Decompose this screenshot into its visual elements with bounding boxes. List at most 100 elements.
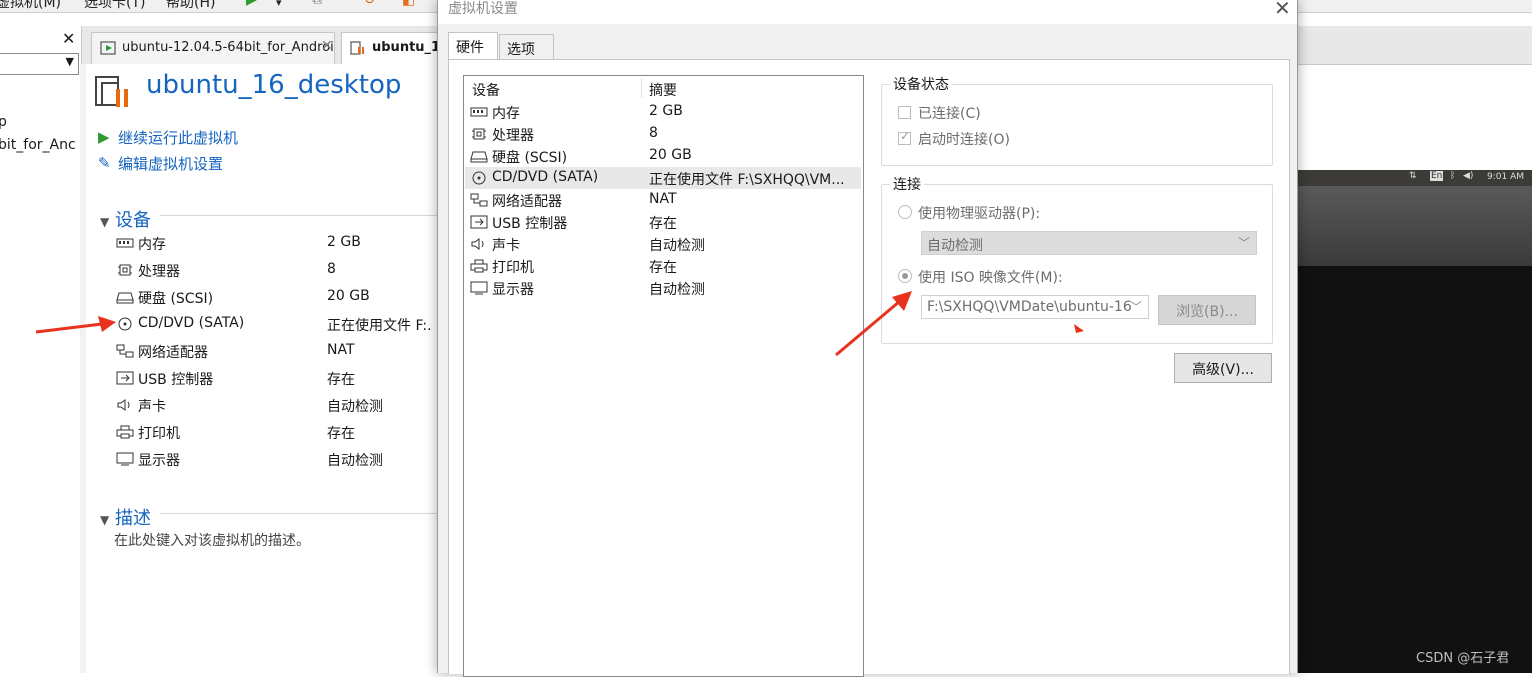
list-item-cd-dvd[interactable]: CD/DVD (SATA) 正在使用文件 F:\SXHQQ\VM... (465, 167, 861, 189)
physical-drive-radio[interactable] (898, 205, 912, 219)
usb-controller-icon (116, 371, 134, 385)
iso-path-input[interactable]: F:\SXHQQ\VMDate\ubuntu-16 ﹀ (921, 295, 1149, 319)
device-row-usb-controller[interactable]: USB 控制器 存在 (116, 368, 446, 390)
network-adapter-icon (470, 193, 488, 207)
display-icon (470, 281, 488, 295)
hard-disk-icon (116, 292, 134, 304)
clock: 9:01 AM (1487, 172, 1524, 182)
device-value: 正在使用文件 F:. (327, 318, 432, 334)
list-item-network-adapter[interactable]: 网络适配器 NAT (465, 189, 861, 211)
sound-card-icon (117, 399, 130, 411)
description-field[interactable]: 在此处键入对该虚拟机的描述。 (114, 530, 310, 550)
connect-at-power-on-checkbox[interactable] (898, 129, 911, 145)
device-name: 硬盘 (SCSI) (492, 150, 568, 166)
list-item-usb-controller[interactable]: USB 控制器 存在 (465, 211, 861, 233)
list-item-processor[interactable]: 处理器 8 (465, 123, 861, 145)
annotation-arrow (35, 316, 116, 334)
vm-preview[interactable]: ⇅ En ᛒ ◀) 9:01 AM (1296, 170, 1532, 673)
physical-drive-label[interactable]: 使用物理驱动器(P): (918, 203, 1040, 223)
description-section-header[interactable]: ▼ 描述 (100, 504, 151, 530)
list-item-hard-disk[interactable]: 硬盘 (SCSI) 20 GB (465, 145, 861, 167)
device-value: 存在 (649, 216, 677, 232)
tab-label: 选项 (507, 42, 535, 58)
button-label: 浏览(B)... (1176, 304, 1238, 320)
device-row-display[interactable]: 显示器 自动检测 (116, 449, 446, 471)
manager-icon[interactable]: ◧ (402, 0, 415, 8)
library-item[interactable]: bit_for_Anc (0, 137, 76, 153)
connection-group: 连接 使用物理驱动器(P): 自动检测 ﹀ 使用 ISO 映像文件(M): F:… (881, 174, 1273, 344)
device-row-network-adapter[interactable]: 网络适配器 NAT (116, 341, 446, 363)
device-row-cd-dvd[interactable]: CD/DVD (SATA) 正在使用文件 F:. (116, 314, 446, 336)
display-icon (116, 452, 134, 466)
device-value: 2 GB (327, 234, 361, 250)
collapse-icon[interactable]: ▼ (100, 215, 109, 229)
run-vm-label: 继续运行此虚拟机 (118, 129, 239, 147)
device-value: 自动检测 (649, 282, 705, 298)
chevron-down-icon[interactable]: ▼ (66, 55, 74, 68)
device-name: CD/DVD (SATA) (138, 315, 245, 331)
bluetooth-icon: ᛒ (1450, 171, 1456, 181)
device-row-processor[interactable]: 处理器 8 (116, 260, 446, 282)
close-icon[interactable]: ✕ (321, 38, 333, 54)
device-value: 自动检测 (327, 399, 383, 415)
collapse-icon[interactable]: ▼ (100, 513, 109, 527)
iso-image-label[interactable]: 使用 ISO 映像文件(M): (918, 267, 1063, 287)
device-name: 打印机 (492, 260, 534, 276)
vm-icon (100, 41, 116, 55)
library-panel: ✕ ▼ p bit_for_Anc (0, 26, 82, 673)
chevron-down-icon[interactable]: ▾ (276, 0, 282, 9)
revert-icon[interactable]: ↺ (364, 0, 376, 8)
device-name: 网络适配器 (492, 194, 562, 210)
device-name: 处理器 (138, 264, 180, 280)
browse-button[interactable]: 浏览(B)... (1158, 295, 1256, 325)
device-value: 存在 (327, 426, 355, 442)
device-value: NAT (327, 342, 355, 358)
chevron-down-icon: ﹀ (1237, 236, 1250, 250)
menu-tabs[interactable]: 选项卡(T) (84, 0, 145, 12)
play-icon[interactable]: ▶ (246, 0, 257, 8)
devices-section-header[interactable]: ▼ 设备 (100, 206, 151, 232)
column-separator[interactable] (641, 78, 642, 98)
connected-checkbox[interactable] (898, 106, 911, 119)
advanced-button[interactable]: 高级(V)... (1174, 353, 1272, 383)
iso-image-radio[interactable] (898, 269, 912, 283)
physical-drive-select[interactable]: 自动检测 ﹀ (921, 231, 1257, 255)
device-row-hard-disk[interactable]: 硬盘 (SCSI) 20 GB (116, 287, 446, 309)
list-item-printer[interactable]: 打印机 存在 (465, 255, 861, 277)
tab-ubuntu-12[interactable]: ubuntu-12.04.5-64bit_for_Android ✕ (91, 32, 335, 64)
device-row-printer[interactable]: 打印机 存在 (116, 422, 446, 444)
connected-label[interactable]: 已连接(C) (918, 103, 981, 123)
run-vm-link[interactable]: ▶ 继续运行此虚拟机 (98, 127, 239, 148)
tab-options[interactable]: 选项 (499, 34, 554, 60)
edit-vm-settings-link[interactable]: ✎ 编辑虚拟机设置 (98, 153, 223, 174)
description-heading: 描述 (114, 508, 151, 529)
network-adapter-icon (116, 344, 134, 358)
close-icon[interactable]: ✕ (1274, 0, 1291, 20)
list-item-display[interactable]: 显示器 自动检测 (465, 277, 861, 299)
device-row-memory[interactable]: 内存 2 GB (116, 233, 446, 255)
dialog-title-bar: 虚拟机设置 ✕ (438, 0, 1297, 24)
tab-label: 硬件 (456, 40, 484, 56)
tab-hardware[interactable]: 硬件 (448, 32, 498, 60)
chevron-down-icon[interactable]: ﹀ (1130, 298, 1142, 315)
list-item-sound-card[interactable]: 声卡 自动检测 (465, 233, 861, 255)
device-list[interactable]: 设备 摘要 内存 2 GB 处理器 8 硬盘 (SCSI) 20 GB CD/D… (463, 75, 864, 677)
library-search-input[interactable]: ▼ (0, 53, 79, 75)
button-label: 高级(V)... (1192, 362, 1254, 378)
menu-help[interactable]: 帮助(H) (166, 0, 215, 12)
device-name: 内存 (138, 237, 166, 253)
device-value: 存在 (327, 372, 355, 388)
connect-at-power-on-label[interactable]: 启动时连接(O) (918, 129, 1010, 149)
device-name: 显示器 (492, 282, 534, 298)
list-item-memory[interactable]: 内存 2 GB (465, 101, 861, 123)
device-name: 网络适配器 (138, 345, 208, 361)
watermark: CSDN @石子君 (1416, 651, 1510, 666)
library-item[interactable]: p (0, 114, 7, 130)
device-row-sound-card[interactable]: 声卡 自动检测 (116, 395, 446, 417)
device-name: 打印机 (138, 426, 180, 442)
snapshot-icon[interactable]: ⧉ (312, 0, 322, 8)
processor-icon (118, 264, 132, 276)
menu-vm[interactable]: 虚拟机(M) (0, 0, 61, 12)
network-icon: ⇅ (1409, 171, 1417, 181)
close-icon[interactable]: ✕ (62, 29, 75, 48)
